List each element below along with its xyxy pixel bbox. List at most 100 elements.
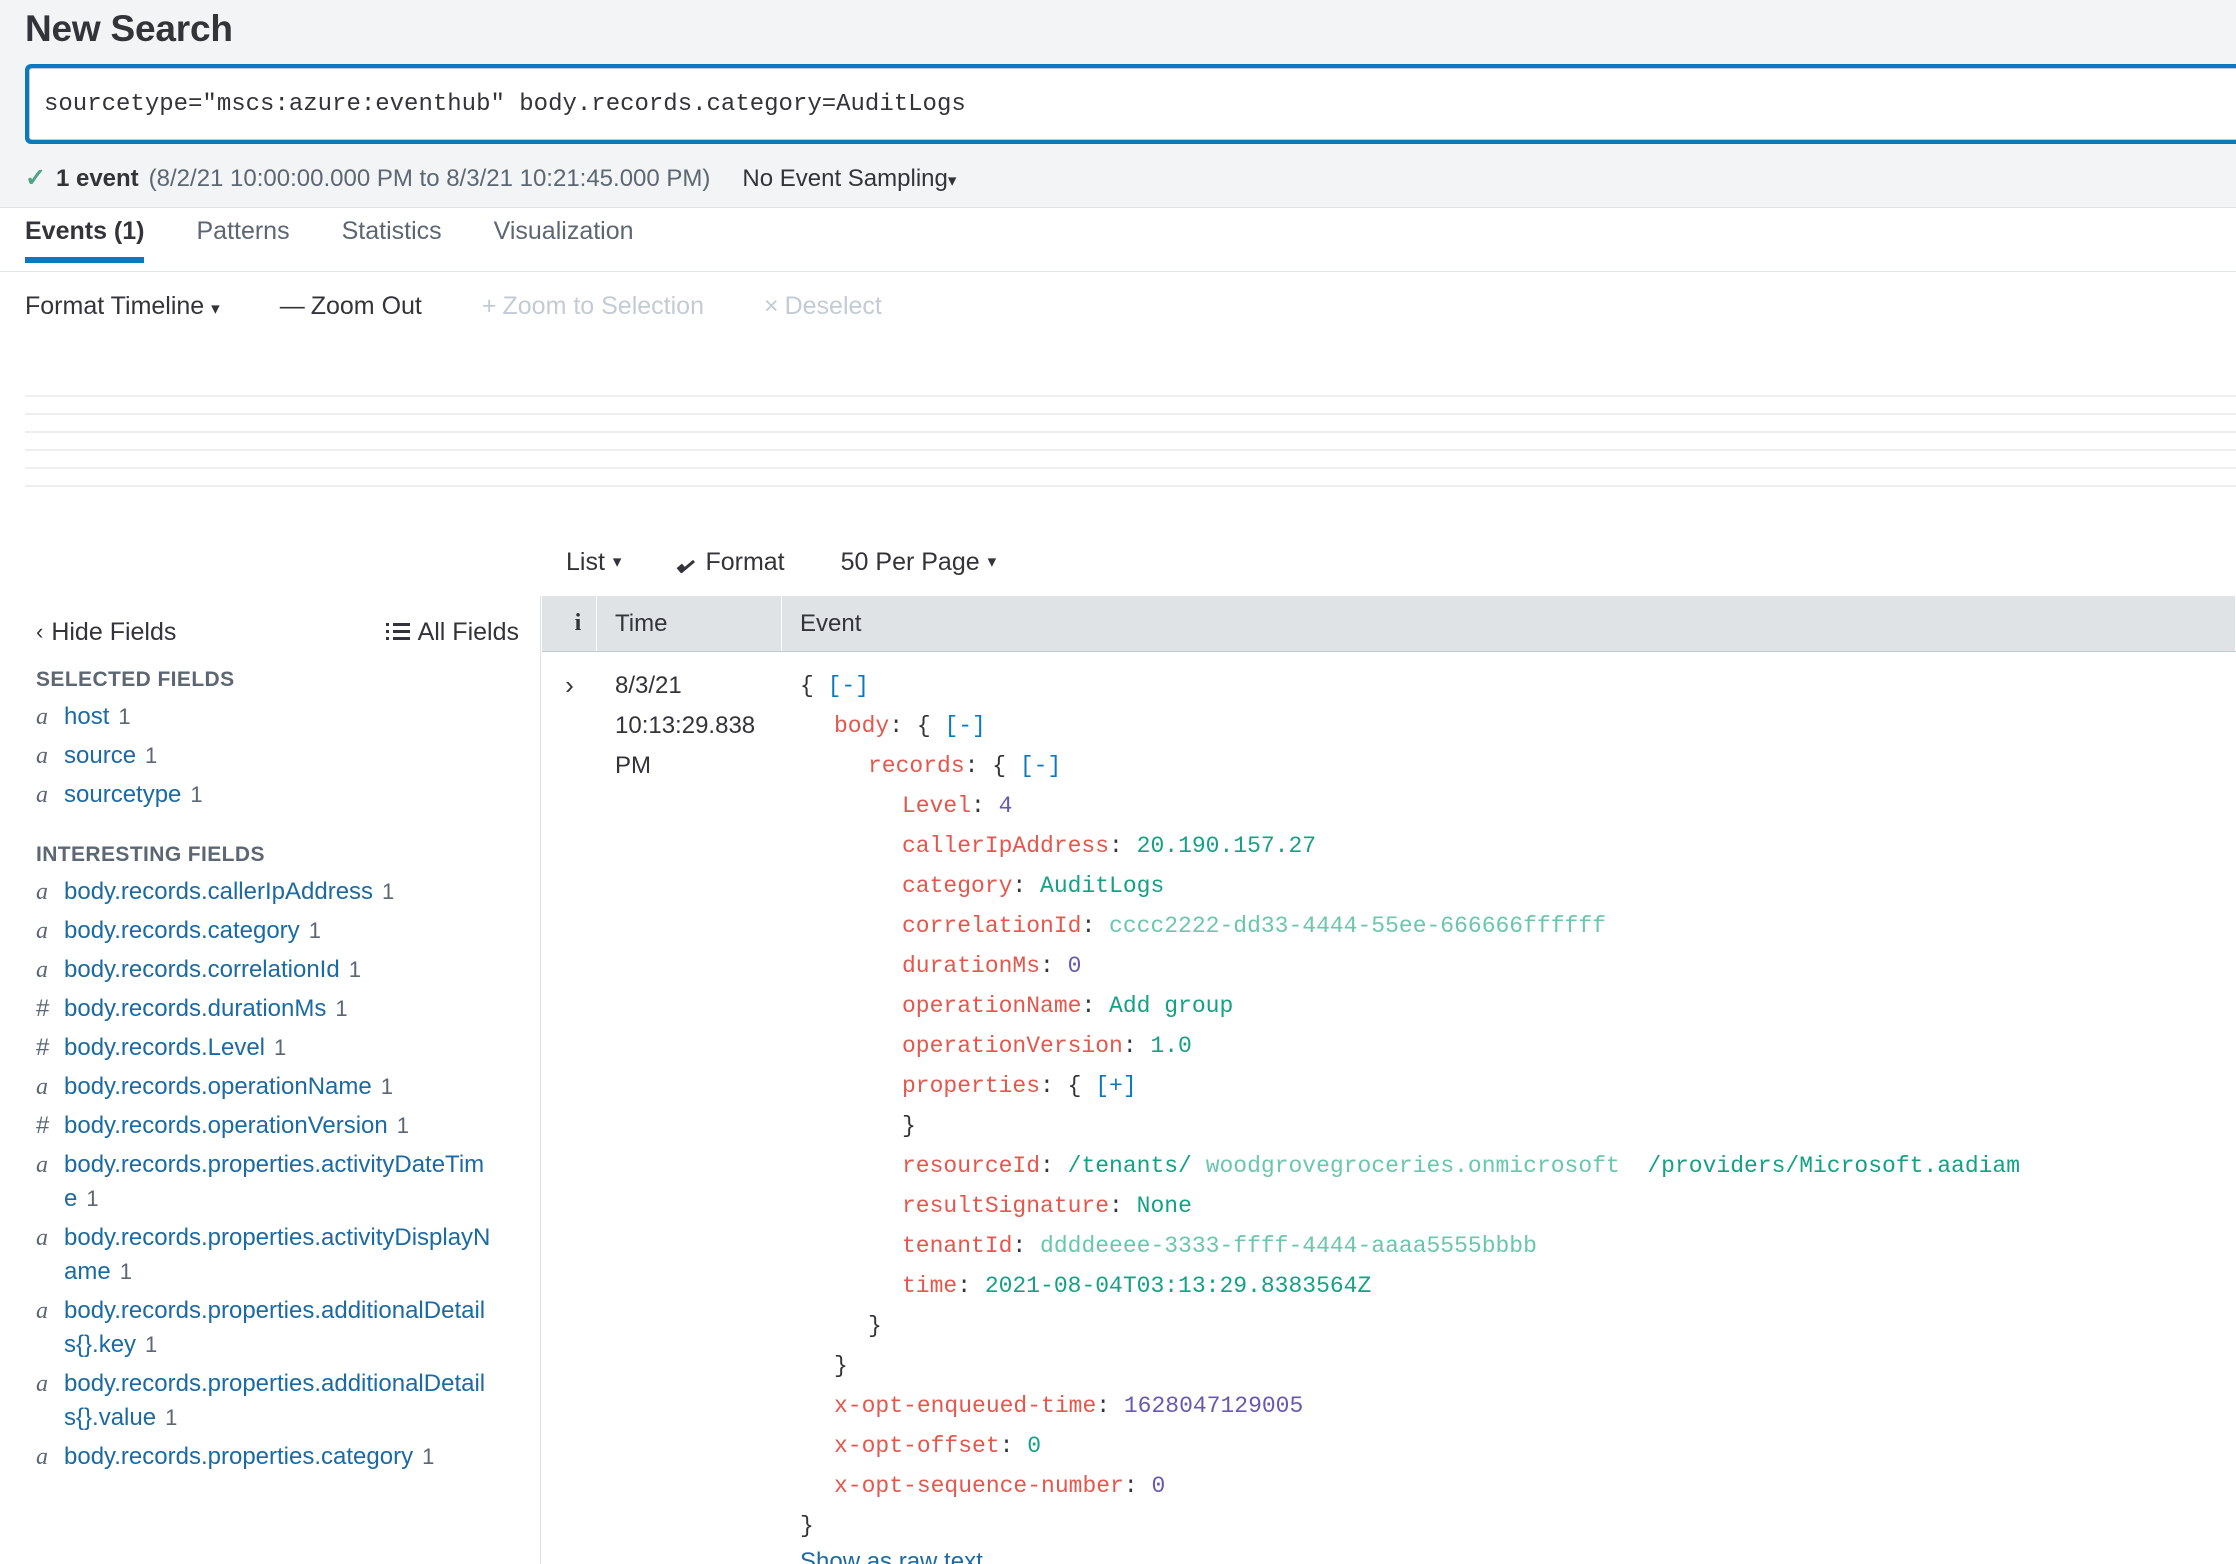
fields-sidebar: ‹ Hide Fields All Fields SELECTED FIELDS… — [0, 596, 541, 1564]
interesting-field-9[interactable]: a body.records.properties.additionalDetai… — [36, 1294, 540, 1362]
json-line: time: 2021-08-04T03:13:29.8383564Z — [800, 1266, 2236, 1306]
event-sampling-dropdown[interactable]: No Event Sampling▾ — [742, 165, 956, 193]
json-value: /tenants/ — [1067, 1153, 1192, 1179]
json-value: 0 — [1027, 1433, 1042, 1459]
json-line: x-opt-sequence-number: 0 — [800, 1466, 2236, 1506]
deselect-label: Deselect — [784, 291, 882, 320]
field-type-icon: # — [36, 1112, 50, 1139]
json-line: { [-] — [800, 666, 2236, 706]
json-key: operationName — [902, 993, 1082, 1019]
selected-fields-list: a host 1 a source 1 a sourcetype 1 — [0, 700, 540, 812]
json-toggle-icon[interactable]: [-] — [1020, 753, 1061, 779]
field-type-icon: a — [36, 1225, 48, 1251]
tab-statistics[interactable]: Statistics — [316, 208, 468, 246]
json-key: x-opt-enqueued-time — [834, 1393, 1097, 1419]
search-input[interactable] — [29, 68, 2236, 140]
field-type-icon: a — [36, 957, 48, 983]
interesting-field-8[interactable]: a body.records.properties.activityDisplay… — [36, 1221, 540, 1289]
timeline-gridline — [25, 395, 2236, 397]
tab-patterns[interactable]: Patterns — [170, 208, 315, 246]
tab-visualization[interactable]: Visualization — [468, 208, 660, 246]
json-value: : { — [964, 753, 1020, 779]
search-input-focus-ring — [25, 64, 2236, 144]
json-value: : — [1012, 873, 1041, 899]
interesting-field-10[interactable]: a body.records.properties.additionalDetai… — [36, 1367, 540, 1435]
json-toggle-icon[interactable]: [-] — [944, 713, 985, 739]
field-name: source 1 — [64, 742, 158, 769]
field-type-icon: a — [36, 743, 48, 769]
tab-events[interactable]: Events (1) — [25, 208, 170, 263]
json-toggle-icon[interactable]: [+] — [1095, 1073, 1136, 1099]
hide-fields-button[interactable]: ‹ Hide Fields — [36, 618, 176, 647]
all-fields-button[interactable]: All Fields — [385, 618, 519, 647]
json-value: } — [902, 1113, 916, 1139]
show-as-raw-text-link[interactable]: Show as raw text — [782, 1548, 2236, 1564]
json-value: Add group — [1109, 993, 1234, 1019]
expand-row-chevron-icon[interactable]: › — [542, 666, 597, 1564]
json-line: category: AuditLogs — [800, 866, 2236, 906]
column-header-time: Time — [597, 596, 782, 651]
format-button[interactable]: Format — [677, 548, 784, 577]
json-key: resultSignature — [902, 1193, 1110, 1219]
json-value: 2021-08-04T03:13:29.8383564Z — [984, 1273, 1372, 1299]
selected-field-1[interactable]: a source 1 — [36, 739, 540, 773]
json-line: operationName: Add group — [800, 986, 2236, 1026]
interesting-field-4[interactable]: # body.records.Level 1 — [36, 1031, 540, 1065]
interesting-fields-title: INTERESTING FIELDS — [36, 843, 265, 866]
interesting-field-1[interactable]: a body.records.category 1 — [36, 914, 540, 948]
json-key: body — [834, 713, 890, 739]
json-line: body: { [-] — [800, 706, 2236, 746]
format-timeline-dropdown[interactable]: Format Timeline ▾ — [25, 292, 220, 321]
view-mode-dropdown[interactable]: List ▾ — [566, 548, 621, 577]
field-value-count: 1 — [422, 1444, 435, 1469]
json-value: cccc2222-dd33-4444-55ee-666666ffffff — [1109, 913, 1606, 939]
json-value: woodgrovegroceries.onmicrosoft — [1205, 1153, 1620, 1179]
timeline-chart[interactable] — [25, 395, 2236, 487]
brush-icon — [677, 552, 697, 572]
field-name: body.records.properties.activityDateTime… — [64, 1151, 485, 1212]
interesting-field-2[interactable]: a body.records.correlationId 1 — [36, 953, 540, 987]
json-line: } — [800, 1306, 2236, 1346]
json-line: tenantId: ddddeeee-3333-ffff-4444-aaaa55… — [800, 1226, 2236, 1266]
interesting-field-7[interactable]: a body.records.properties.activityDateTim… — [36, 1148, 540, 1216]
json-value: 0 — [1151, 1473, 1166, 1499]
interesting-field-5[interactable]: a body.records.operationName 1 — [36, 1070, 540, 1104]
deselect-button: × Deselect — [764, 292, 882, 321]
json-value: ddddeeee-3333-ffff-4444-aaaa5555bbbb — [1040, 1233, 1537, 1259]
field-type-icon: a — [36, 1074, 48, 1100]
field-name: body.records.properties.additionalDetail… — [64, 1297, 486, 1358]
json-toggle-icon[interactable]: [-] — [828, 673, 869, 699]
json-value: 1.0 — [1150, 1033, 1192, 1059]
json-line: } — [800, 1346, 2236, 1386]
json-value: : — [1109, 1193, 1137, 1219]
chevron-left-icon: ‹ — [36, 619, 44, 644]
field-value-count: 1 — [119, 1259, 132, 1284]
json-key: properties — [902, 1073, 1041, 1099]
field-value-count: 1 — [145, 743, 158, 768]
field-value-count: 1 — [382, 879, 395, 904]
field-type-icon: # — [36, 1034, 50, 1061]
selected-field-0[interactable]: a host 1 — [36, 700, 540, 734]
field-type-icon: a — [36, 1371, 48, 1397]
field-value-count: 1 — [308, 918, 321, 943]
per-page-dropdown[interactable]: 50 Per Page ▾ — [841, 548, 997, 577]
interesting-field-6[interactable]: # body.records.operationVersion 1 — [36, 1109, 540, 1143]
json-key: Level — [902, 793, 972, 819]
timeline-gridline — [25, 449, 2236, 451]
json-value: : — [1081, 913, 1110, 939]
interesting-field-3[interactable]: # body.records.durationMs 1 — [36, 992, 540, 1026]
json-value: { — [800, 673, 828, 699]
close-icon: × — [763, 291, 779, 320]
json-value: : — [999, 1433, 1028, 1459]
interesting-field-11[interactable]: a body.records.properties.category 1 — [36, 1440, 540, 1474]
search-bar-container — [0, 61, 2236, 151]
interesting-field-0[interactable]: a body.records.callerIpAddress 1 — [36, 875, 540, 909]
json-value: } — [834, 1353, 848, 1379]
zoom-out-label: Zoom Out — [310, 291, 422, 320]
selected-field-2[interactable]: a sourcetype 1 — [36, 778, 540, 812]
json-value: /providers/Microsoft.aadiam — [1647, 1153, 2021, 1179]
event-time: 10:13:29.838 PM — [615, 712, 756, 779]
zoom-out-button[interactable]: — Zoom Out — [280, 292, 422, 321]
json-value: 20.190.157.27 — [1136, 833, 1317, 859]
json-value: : — [971, 793, 999, 819]
